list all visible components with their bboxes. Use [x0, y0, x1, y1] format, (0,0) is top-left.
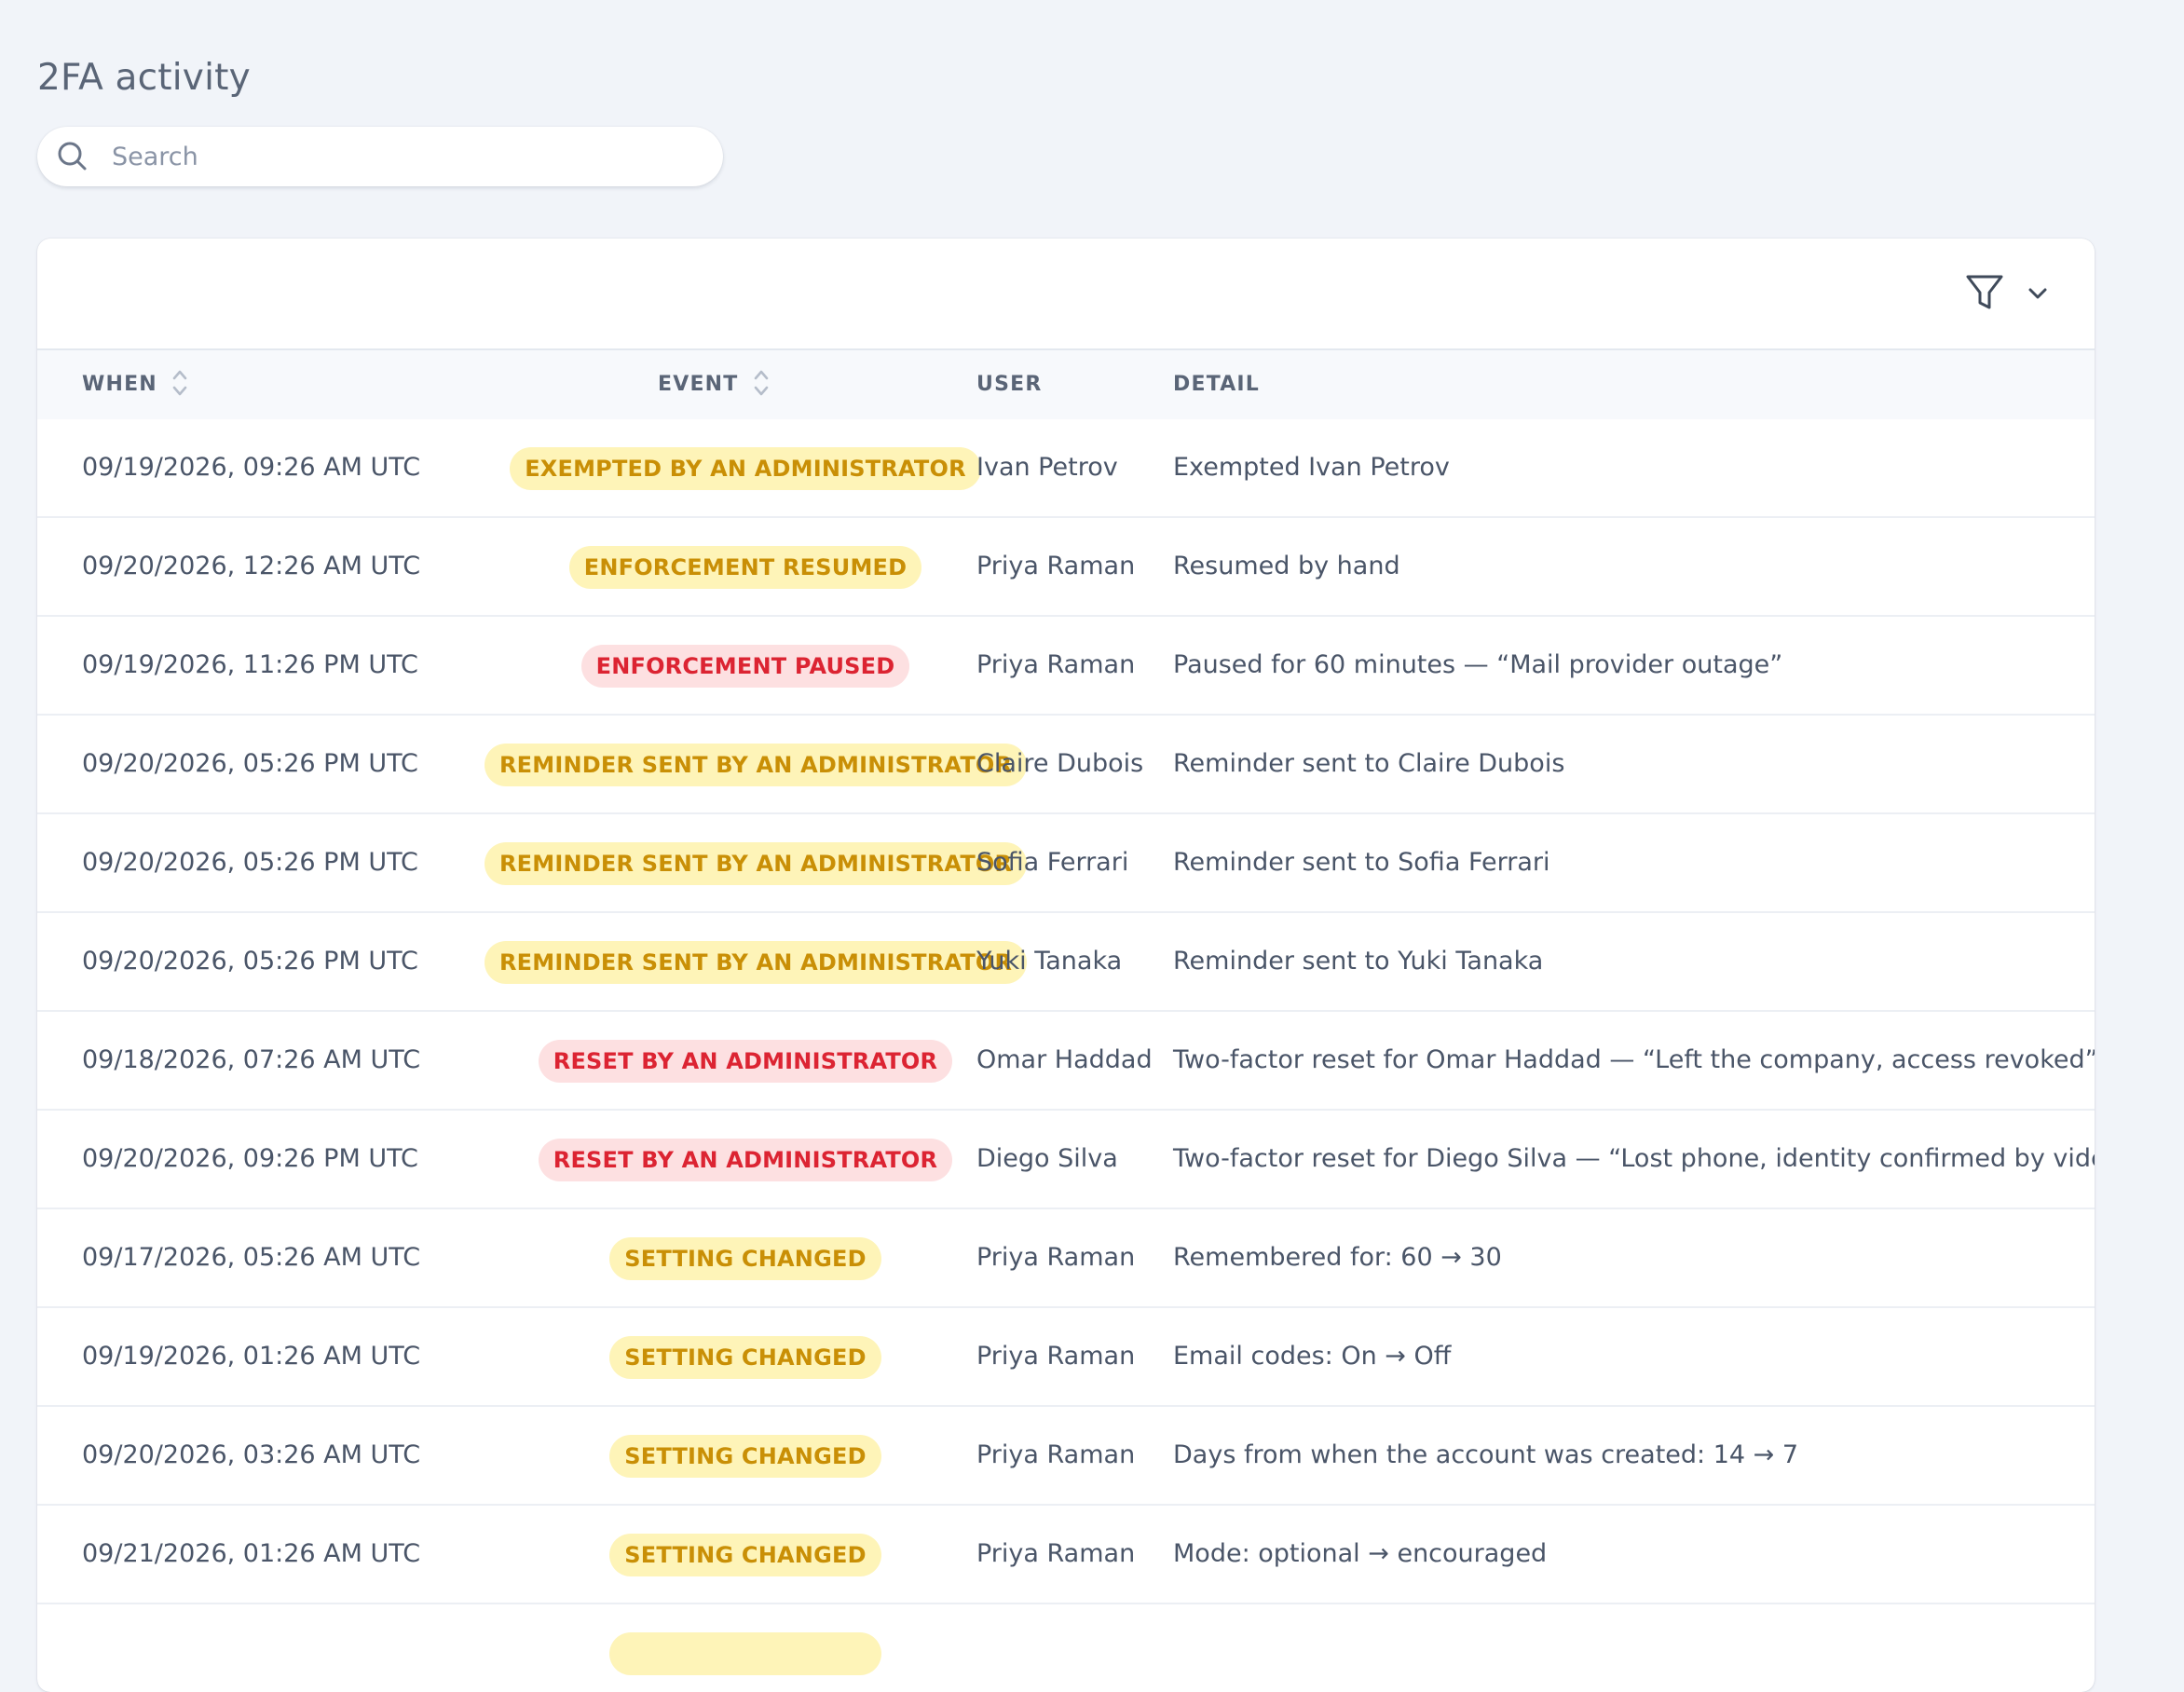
cell-event: SETTING CHANGED — [485, 1209, 1006, 1306]
column-header-label: DETAIL — [1173, 373, 1261, 396]
column-header-event[interactable]: EVENT — [658, 350, 771, 419]
table-toolbar — [37, 239, 2095, 350]
sort-icon — [754, 370, 768, 396]
table-row[interactable]: 09/21/2026, 01:26 AM UTC SETTING CHANGED P… — [37, 1506, 2095, 1604]
cell-event: EXEMPTED BY AN ADMINISTRATOR — [485, 419, 1006, 516]
cell-event: REMINDER SENT BY AN ADMINISTRATOR — [485, 716, 1028, 812]
cell-event: SETTING CHANGED — [485, 1506, 1006, 1603]
cell-event: RESET BY AN ADMINISTRATOR — [485, 1111, 1006, 1208]
cell-user: Claire Dubois — [976, 749, 1144, 778]
cell-when: 09/20/2026, 09:26 PM UTC — [82, 1144, 418, 1173]
column-header-label: EVENT — [658, 373, 739, 396]
cell-event — [485, 1604, 1006, 1692]
cell-event: SETTING CHANGED — [485, 1308, 1006, 1405]
cell-detail: Two-factor reset for Diego Silva — “Lost… — [1173, 1144, 2095, 1173]
table-row[interactable]: 09/20/2026, 12:26 AM UTC ENFORCEMENT RESU… — [37, 518, 2095, 617]
cell-when: 09/19/2026, 01:26 AM UTC — [82, 1342, 421, 1371]
cell-detail: Reminder sent to Claire Dubois — [1173, 749, 1565, 778]
table-row[interactable]: 09/19/2026, 11:26 PM UTC ENFORCEMENT PAUS… — [37, 617, 2095, 716]
event-badge: SETTING CHANGED — [609, 1236, 881, 1280]
cell-user: Priya Raman — [976, 1342, 1136, 1371]
chevron-down-icon — [2028, 288, 2047, 299]
column-header-when[interactable]: WHEN — [82, 350, 189, 419]
cell-user: Diego Silva — [976, 1144, 1118, 1173]
cell-event: ENFORCEMENT RESUMED — [485, 518, 1006, 615]
cell-when: 09/19/2026, 11:26 PM UTC — [82, 650, 418, 679]
column-header-detail: DETAIL — [1173, 350, 1260, 419]
column-header-label: USER — [976, 373, 1043, 396]
cell-when: 09/20/2026, 05:26 PM UTC — [82, 749, 418, 778]
cell-event: ENFORCEMENT PAUSED — [485, 617, 1006, 714]
cell-user: Priya Raman — [976, 1539, 1136, 1568]
table-row[interactable] — [37, 1604, 2095, 1692]
event-badge: SETTING CHANGED — [609, 1335, 881, 1379]
event-badge: REMINDER SENT BY AN ADMINISTRATOR — [485, 841, 1028, 885]
cell-when: 09/20/2026, 05:26 PM UTC — [82, 848, 418, 877]
cell-user: Priya Raman — [976, 650, 1136, 679]
event-badge — [609, 1631, 881, 1675]
cell-when: 09/20/2026, 12:26 AM UTC — [82, 552, 421, 580]
table-row[interactable]: 09/20/2026, 09:26 PM UTC RESET BY AN ADMI… — [37, 1111, 2095, 1209]
cell-user: Sofia Ferrari — [976, 848, 1129, 877]
cell-user: Omar Haddad — [976, 1045, 1153, 1074]
table-row[interactable]: 09/18/2026, 07:26 AM UTC RESET BY AN ADMI… — [37, 1012, 2095, 1111]
cell-detail: Paused for 60 minutes — “Mail provider o… — [1173, 650, 1783, 679]
table-body: 09/19/2026, 09:26 AM UTC EXEMPTED BY AN A… — [37, 419, 2095, 1692]
cell-user: Priya Raman — [976, 1243, 1136, 1272]
cell-detail: Mode: optional → encouraged — [1173, 1539, 1548, 1568]
cell-event: REMINDER SENT BY AN ADMINISTRATOR — [485, 913, 1028, 1010]
table-row[interactable]: 09/20/2026, 05:26 PM UTC REMINDER SENT BY… — [37, 716, 2095, 814]
cell-detail: Days from when the account was created: … — [1173, 1440, 1799, 1469]
table-row[interactable]: 09/20/2026, 05:26 PM UTC REMINDER SENT BY… — [37, 913, 2095, 1012]
table-row[interactable]: 09/17/2026, 05:26 AM UTC SETTING CHANGED P… — [37, 1209, 2095, 1308]
cell-event: RESET BY AN ADMINISTRATOR — [485, 1012, 1006, 1109]
search-box[interactable] — [37, 127, 723, 186]
column-header-label: WHEN — [82, 373, 157, 396]
cell-detail: Two-factor reset for Omar Haddad — “Left… — [1173, 1045, 2095, 1074]
event-badge: REMINDER SENT BY AN ADMINISTRATOR — [485, 940, 1028, 984]
cell-when: 09/21/2026, 01:26 AM UTC — [82, 1539, 421, 1568]
cell-detail: Exempted Ivan Petrov — [1173, 453, 1450, 482]
column-header-user: USER — [976, 350, 1042, 419]
cell-when: 09/20/2026, 05:26 PM UTC — [82, 947, 418, 976]
cell-when: 09/17/2026, 05:26 AM UTC — [82, 1243, 421, 1272]
filter-icon — [1966, 275, 2003, 309]
event-badge: RESET BY AN ADMINISTRATOR — [538, 1039, 953, 1083]
cell-user: Yuki Tanaka — [976, 947, 1123, 976]
search-icon — [58, 142, 87, 171]
event-badge: SETTING CHANGED — [609, 1434, 881, 1478]
event-badge: SETTING CHANGED — [609, 1533, 881, 1576]
event-badge: EXEMPTED BY AN ADMINISTRATOR — [510, 446, 981, 490]
page-title: 2FA activity — [37, 57, 251, 99]
event-badge: REMINDER SENT BY AN ADMINISTRATOR — [485, 743, 1028, 786]
event-badge: ENFORCEMENT PAUSED — [580, 644, 910, 688]
cell-detail: Resumed by hand — [1173, 552, 1400, 580]
cell-detail: Reminder sent to Yuki Tanaka — [1173, 947, 1544, 976]
cell-detail: Remembered for: 60 → 30 — [1173, 1243, 1502, 1272]
event-badge: ENFORCEMENT RESUMED — [568, 545, 922, 589]
cell-when: 09/19/2026, 09:26 AM UTC — [82, 453, 421, 482]
activity-card: WHEN EVENT USER DETAIL 09/19/2026, 09:26… — [37, 239, 2095, 1692]
cell-detail: Reminder sent to Sofia Ferrari — [1173, 848, 1550, 877]
cell-user: Ivan Petrov — [976, 453, 1118, 482]
cell-user: Priya Raman — [976, 552, 1136, 580]
cell-event: REMINDER SENT BY AN ADMINISTRATOR — [485, 814, 1028, 911]
table-row[interactable]: 09/19/2026, 01:26 AM UTC SETTING CHANGED P… — [37, 1308, 2095, 1407]
table-row[interactable]: 09/20/2026, 05:26 PM UTC REMINDER SENT BY… — [37, 814, 2095, 913]
cell-when: 09/20/2026, 03:26 AM UTC — [82, 1440, 421, 1469]
filter-dropdown-button[interactable] — [1964, 270, 2057, 319]
search-input[interactable] — [112, 127, 699, 186]
table-row[interactable]: 09/20/2026, 03:26 AM UTC SETTING CHANGED P… — [37, 1407, 2095, 1506]
event-badge: RESET BY AN ADMINISTRATOR — [538, 1138, 953, 1181]
cell-user: Priya Raman — [976, 1440, 1136, 1469]
cell-event: SETTING CHANGED — [485, 1407, 1006, 1504]
cell-detail: Email codes: On → Off — [1173, 1342, 1452, 1371]
table-row[interactable]: 09/19/2026, 09:26 AM UTC EXEMPTED BY AN A… — [37, 419, 2095, 518]
cell-when: 09/18/2026, 07:26 AM UTC — [82, 1045, 421, 1074]
table-header: WHEN EVENT USER DETAIL — [37, 350, 2095, 419]
sort-icon — [172, 370, 187, 396]
